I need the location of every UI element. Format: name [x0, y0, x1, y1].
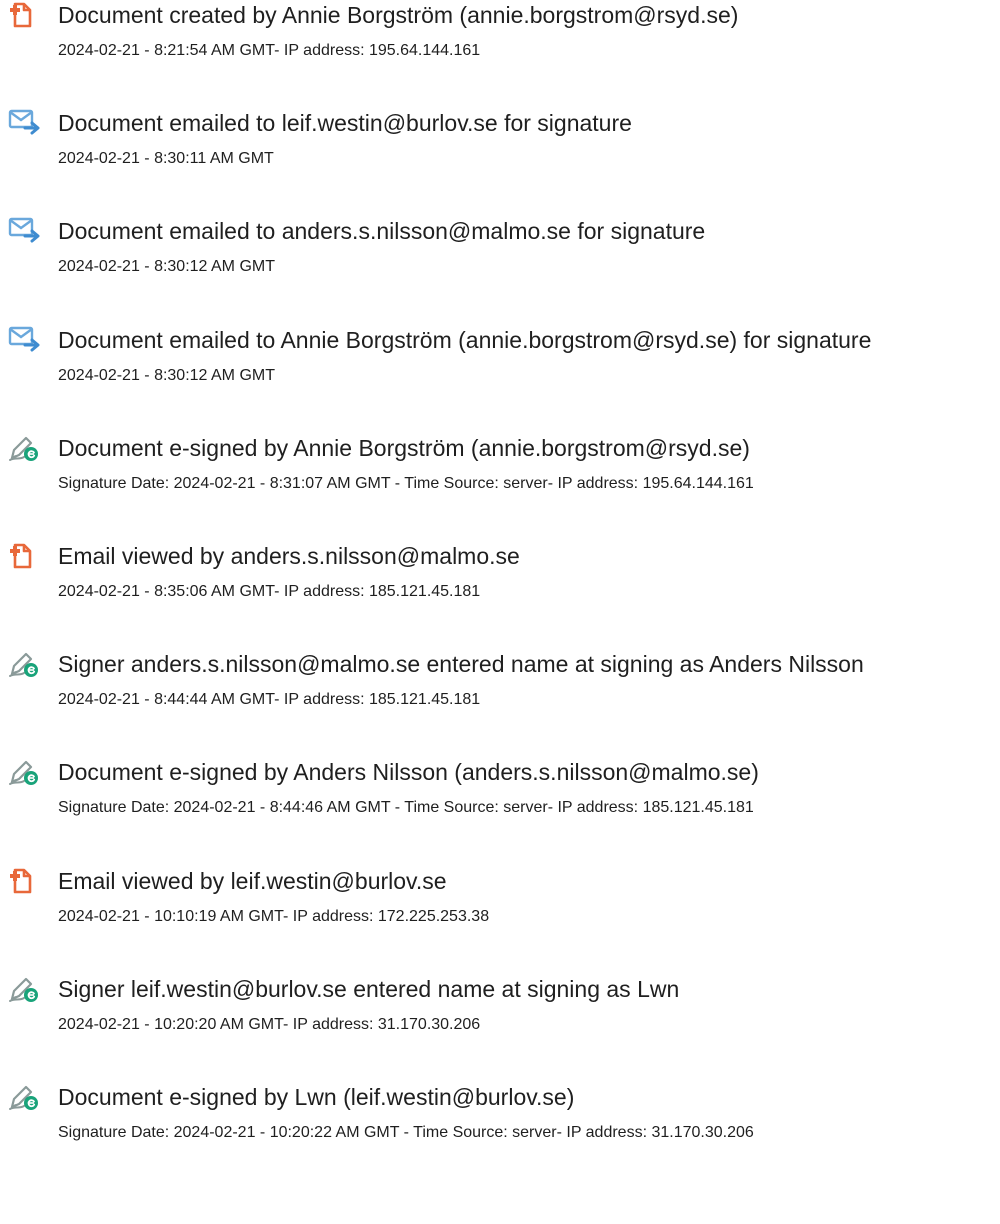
- audit-event: Document emailed to Annie Borgström (ann…: [0, 325, 1000, 415]
- audit-event: Document e-signed by Annie Borgström (an…: [0, 433, 1000, 523]
- event-title: Email viewed by leif.westin@burlov.se: [58, 868, 447, 894]
- email-viewed-icon: [7, 866, 43, 896]
- document-created-icon: [7, 0, 43, 30]
- event-detail: Signature Date: 2024-02-21 - 8:31:07 AM …: [58, 475, 754, 492]
- audit-event: Email viewed by anders.s.nilsson@malmo.s…: [0, 541, 1000, 631]
- audit-event: Document emailed to anders.s.nilsson@mal…: [0, 216, 1000, 306]
- audit-event: Signer leif.westin@burlov.se entered nam…: [0, 974, 1000, 1064]
- event-title: Document e-signed by Lwn (leif.westin@bu…: [58, 1084, 575, 1110]
- audit-event: Document e-signed by Anders Nilsson (and…: [0, 757, 1000, 847]
- e-sign-pen-icon: [7, 974, 43, 1004]
- event-title: Document emailed to anders.s.nilsson@mal…: [58, 218, 706, 244]
- audit-event: Document emailed to leif.westin@burlov.s…: [0, 108, 1000, 198]
- event-detail: 2024-02-21 - 8:21:54 AM GMT- IP address:…: [58, 42, 481, 59]
- event-detail: 2024-02-21 - 8:44:44 AM GMT- IP address:…: [58, 691, 481, 708]
- event-title: Document emailed to leif.westin@burlov.s…: [58, 110, 632, 136]
- event-title: Document e-signed by Annie Borgström (an…: [58, 435, 750, 461]
- event-detail: 2024-02-21 - 8:30:12 AM GMT: [58, 367, 275, 384]
- event-title: Document created by Annie Borgström (ann…: [58, 2, 739, 28]
- document-emailed-icon: [7, 325, 43, 355]
- e-sign-pen-icon: [7, 649, 43, 679]
- event-title: Email viewed by anders.s.nilsson@malmo.s…: [58, 543, 520, 569]
- event-detail: 2024-02-21 - 10:10:19 AM GMT- IP address…: [58, 908, 490, 925]
- event-detail: 2024-02-21 - 10:20:20 AM GMT- IP address…: [58, 1016, 481, 1033]
- e-sign-pen-icon: [7, 1082, 43, 1112]
- email-viewed-icon: [7, 541, 43, 571]
- document-emailed-icon: [7, 216, 43, 246]
- event-title: Signer anders.s.nilsson@malmo.se entered…: [58, 651, 864, 677]
- event-detail: 2024-02-21 - 8:35:06 AM GMT- IP address:…: [58, 583, 481, 600]
- event-title: Document e-signed by Anders Nilsson (and…: [58, 759, 759, 785]
- e-sign-pen-icon: [7, 433, 43, 463]
- event-detail: Signature Date: 2024-02-21 - 8:44:46 AM …: [58, 799, 754, 816]
- audit-event: Email viewed by leif.westin@burlov.se 202…: [0, 866, 1000, 956]
- event-detail: 2024-02-21 - 8:30:11 AM GMT: [58, 150, 274, 167]
- event-detail: 2024-02-21 - 8:30:12 AM GMT: [58, 258, 275, 275]
- event-title: Document emailed to Annie Borgström (ann…: [58, 327, 872, 353]
- document-emailed-icon: [7, 108, 43, 138]
- event-title: Signer leif.westin@burlov.se entered nam…: [58, 976, 680, 1002]
- event-detail: Signature Date: 2024-02-21 - 10:20:22 AM…: [58, 1124, 754, 1141]
- e-sign-pen-icon: [7, 757, 43, 787]
- audit-event: Document e-signed by Lwn (leif.westin@bu…: [0, 1082, 1000, 1172]
- audit-event: Signer anders.s.nilsson@malmo.se entered…: [0, 649, 1000, 739]
- audit-event: Document created by Annie Borgström (ann…: [0, 0, 1000, 90]
